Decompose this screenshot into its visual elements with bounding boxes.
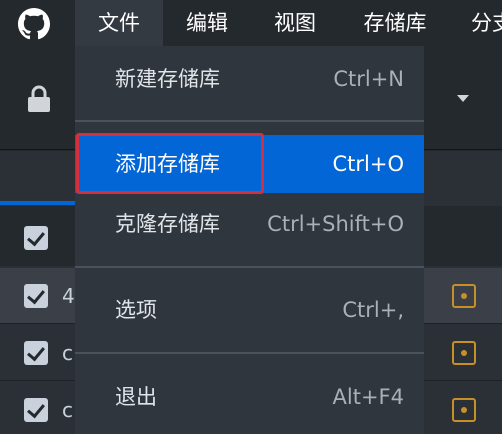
menu-file[interactable]: 文件 bbox=[75, 0, 163, 46]
change-checkbox[interactable] bbox=[24, 284, 48, 308]
menu-item-label: 新建存储库 bbox=[115, 67, 220, 91]
menu-separator bbox=[75, 120, 424, 122]
menu-branch[interactable]: 分支 bbox=[451, 0, 502, 46]
annotation-highlight-box bbox=[76, 133, 264, 194]
active-tab-indicator bbox=[0, 201, 80, 205]
menu-item-options[interactable]: 选项 Ctrl+, bbox=[75, 281, 424, 339]
modified-icon bbox=[452, 341, 476, 365]
change-file-name: c bbox=[62, 398, 73, 422]
menu-repository[interactable]: 存储库 bbox=[339, 0, 451, 46]
change-checkbox[interactable] bbox=[24, 341, 48, 365]
select-all-checkbox[interactable] bbox=[24, 226, 48, 250]
menu-item-shortcut: Ctrl+, bbox=[342, 298, 404, 322]
menu-item-new-repository[interactable]: 新建存储库 Ctrl+N bbox=[75, 50, 424, 108]
change-file-name: c bbox=[62, 341, 73, 365]
chevron-down-icon[interactable] bbox=[457, 95, 469, 102]
menu-item-shortcut: Ctrl+O bbox=[332, 152, 405, 176]
menu-item-label: 克隆存储库 bbox=[115, 212, 220, 236]
change-file-name: 4 bbox=[62, 284, 75, 308]
menu-edit[interactable]: 编辑 bbox=[163, 0, 251, 46]
modified-icon bbox=[452, 284, 476, 308]
menu-view[interactable]: 视图 bbox=[251, 0, 339, 46]
menu-item-shortcut: Ctrl+N bbox=[333, 67, 404, 91]
menu-separator bbox=[75, 352, 424, 354]
menu-separator bbox=[75, 266, 424, 268]
lock-icon bbox=[28, 85, 50, 112]
modified-icon bbox=[452, 398, 476, 422]
menu-item-exit[interactable]: 退出 Alt+F4 bbox=[75, 368, 424, 426]
menu-item-shortcut: Alt+F4 bbox=[332, 385, 404, 409]
menu-item-label: 选项 bbox=[115, 298, 157, 322]
file-menu-dropdown: 新建存储库 Ctrl+N 添加存储库 Ctrl+O 克隆存储库 Ctrl+Shi… bbox=[75, 46, 424, 434]
change-checkbox[interactable] bbox=[24, 398, 48, 422]
menu-item-clone-repository[interactable]: 克隆存储库 Ctrl+Shift+O bbox=[75, 195, 424, 253]
github-icon[interactable] bbox=[18, 8, 50, 40]
menu-item-label: 退出 bbox=[115, 385, 157, 409]
title-bar: 文件 编辑 视图 存储库 分支 bbox=[0, 0, 502, 46]
menu-item-shortcut: Ctrl+Shift+O bbox=[267, 212, 404, 236]
